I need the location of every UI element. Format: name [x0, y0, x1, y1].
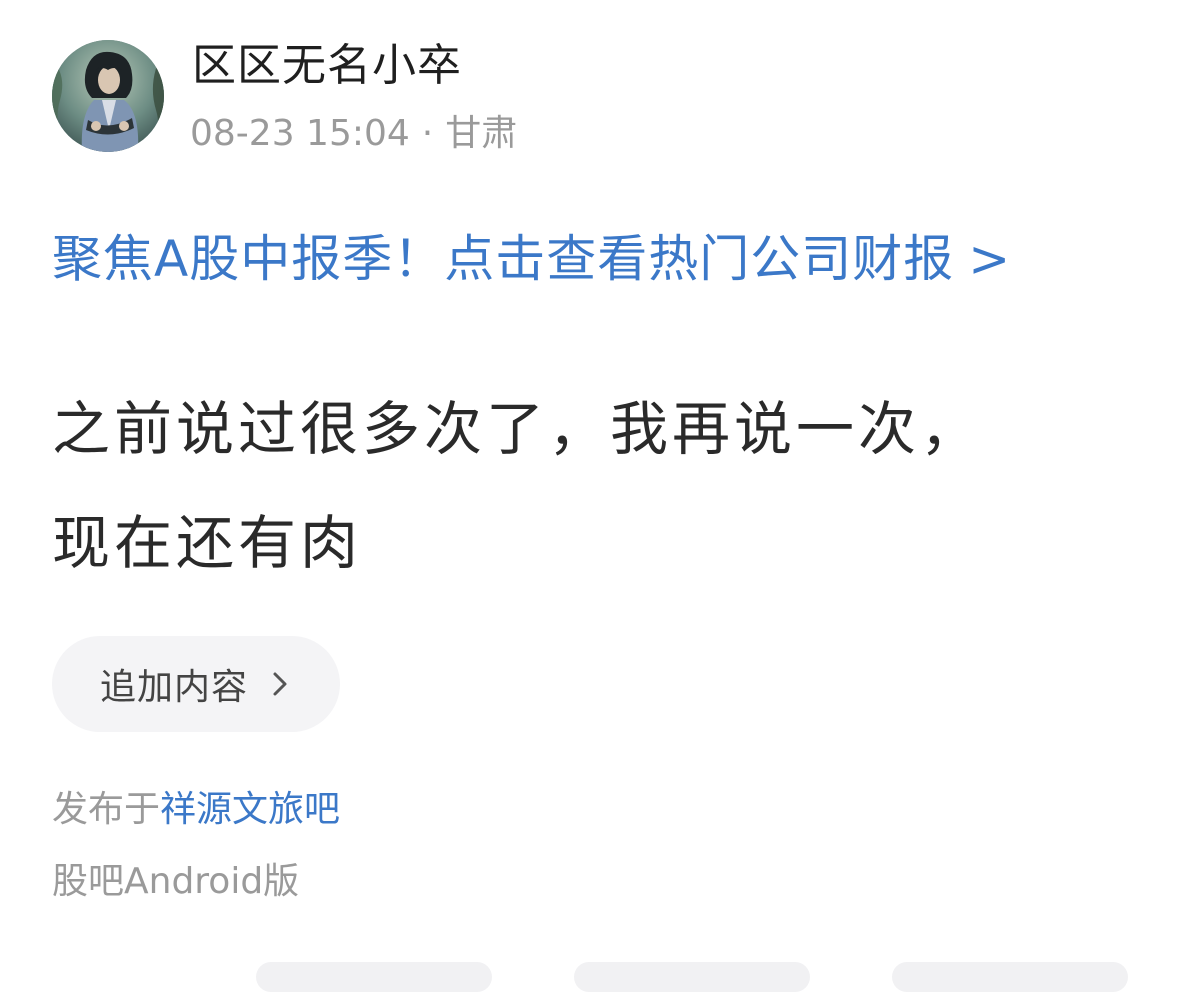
post-time: 08-23 15:04	[190, 113, 410, 154]
meta-separator: ·	[421, 113, 434, 154]
published-prefix: 发布于	[52, 789, 161, 830]
bar-link[interactable]: 祥源文旅吧	[160, 789, 340, 830]
author-name[interactable]: 区区无名小卒	[192, 38, 462, 94]
avatar-image	[52, 40, 164, 152]
promo-link[interactable]: 聚焦A股中报季！点击查看热门公司财报 >	[52, 226, 1011, 292]
append-content-label: 追加内容	[100, 667, 249, 708]
promo-text: 聚焦A股中报季！点击查看热门公司财报	[52, 230, 955, 288]
append-content-button[interactable]: 追加内容	[52, 636, 340, 732]
post-content-line: 之前说过很多次了，我再说一次，	[52, 395, 983, 463]
promo-chevron-icon: >	[968, 230, 1012, 288]
action-chip[interactable]	[892, 962, 1128, 992]
author-avatar[interactable]	[52, 40, 164, 152]
action-chip[interactable]	[256, 962, 492, 992]
post-content: 之前说过很多次了，我再说一次， 现在还有肉	[52, 372, 1142, 600]
action-chip[interactable]	[574, 962, 810, 992]
chevron-right-icon	[270, 669, 290, 699]
post-content-line: 现在还有肉	[52, 509, 363, 577]
post-meta: 08-23 15:04 · 甘肃	[190, 110, 517, 158]
client-info: 股吧Android版	[52, 861, 300, 902]
post-location: 甘肃	[445, 113, 518, 154]
post-detail: 区区无名小卒 08-23 15:04 · 甘肃 聚焦A股中报季！点击查看热门公司财报…	[0, 0, 1200, 992]
published-in: 发布于祥源文旅吧	[52, 786, 340, 834]
